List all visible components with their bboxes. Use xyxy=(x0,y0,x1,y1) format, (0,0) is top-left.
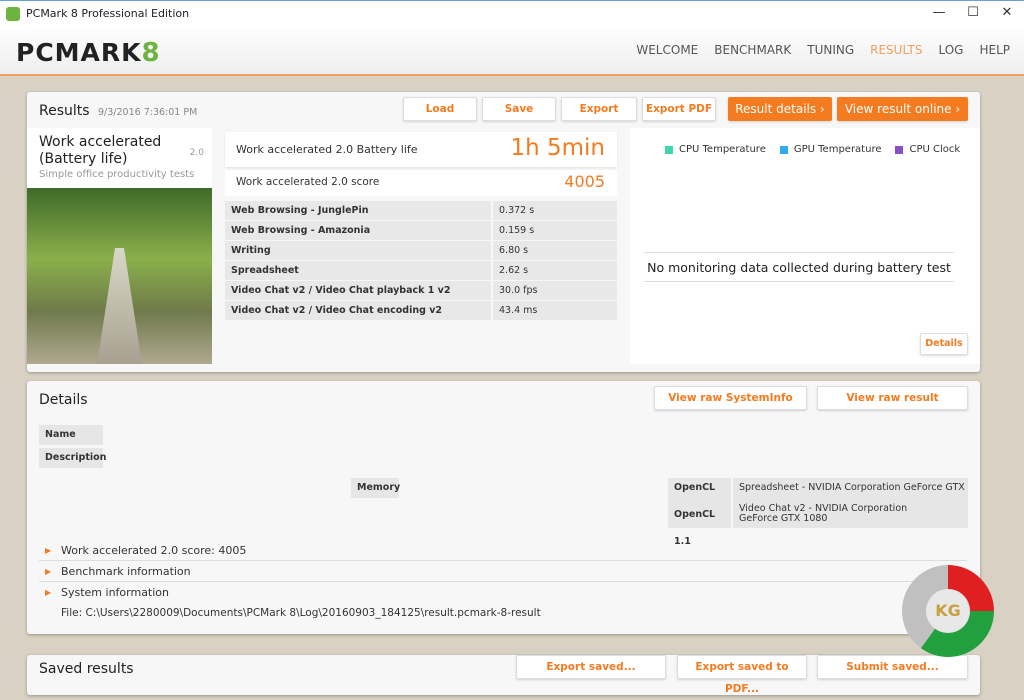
subtest-name: Writing xyxy=(225,241,491,260)
export-pdf-button[interactable]: Export PDF xyxy=(642,97,716,121)
subtest-value: 6.80 s xyxy=(493,241,617,260)
subtest-name: Video Chat v2 / Video Chat playback 1 v2 xyxy=(225,281,491,300)
test-subtitle: Simple office productivity tests xyxy=(39,169,195,180)
score-value: 4005 xyxy=(564,172,605,191)
subtest-name: Spreadsheet xyxy=(225,261,491,280)
kitguru-watermark: KG xyxy=(902,565,994,657)
section-score[interactable]: ▶ Work accelerated 2.0 score: 4005 xyxy=(39,541,967,561)
subtest-name: Video Chat v2 / Video Chat encoding v2 xyxy=(225,301,491,320)
maximize-button[interactable]: ☐ xyxy=(956,1,990,25)
legend-swatch-icon xyxy=(665,145,673,154)
scores: Work accelerated 2.0 Battery life 1h 5mi… xyxy=(225,132,617,321)
load-button[interactable]: Load xyxy=(403,97,477,121)
monitoring-details-button[interactable]: Details xyxy=(920,333,968,355)
nav-results[interactable]: RESULTS xyxy=(870,43,922,57)
battery-life-value: 1h 5min xyxy=(510,135,605,161)
subtest-table: Web Browsing - JunglePin 0.372 s Web Brows… xyxy=(225,201,617,320)
test-name: Work accelerated (Battery life) xyxy=(39,134,162,167)
nav-welcome[interactable]: WELCOME xyxy=(636,43,698,57)
expand-arrow-icon: ▶ xyxy=(45,567,52,576)
test-image-bridge xyxy=(27,188,212,364)
saved-results-title: Saved results xyxy=(39,661,134,677)
results-title: Results 9/3/2016 7:36:01 PM xyxy=(39,103,198,119)
subtest-row: Spreadsheet 2.62 s xyxy=(225,261,617,280)
result-details-button[interactable]: Result details › xyxy=(728,97,832,121)
subtest-name: Web Browsing - Amazonia xyxy=(225,221,491,240)
subtest-row: Writing 6.80 s xyxy=(225,241,617,260)
legend-item: GPU Temperature xyxy=(779,144,881,155)
submit-saved-button[interactable]: Submit saved... xyxy=(817,655,968,679)
view-raw-result-button[interactable]: View raw result xyxy=(817,386,968,410)
score-row: Work accelerated 2.0 score 4005 xyxy=(225,170,617,196)
opencl-label-2: OpenCL 1.1 xyxy=(668,501,731,547)
title-bar: PCMark 8 Professional Edition — ☐ ✕ xyxy=(0,0,1024,26)
close-button[interactable]: ✕ xyxy=(990,1,1024,25)
legend-item: CPU Temperature xyxy=(665,144,766,155)
app-icon xyxy=(6,6,20,21)
nav-tuning[interactable]: TUNING xyxy=(807,43,854,57)
subtest-value: 0.159 s xyxy=(493,221,617,240)
monitoring-panel: CPU Temperature GPU Temperature CPU Clock … xyxy=(630,128,980,364)
chart-legend: CPU Temperature GPU Temperature CPU Clock xyxy=(665,144,960,155)
subtest-value: 0.372 s xyxy=(493,201,617,220)
memory-label: Memory xyxy=(351,478,400,498)
results-date: 9/3/2016 7:36:01 PM xyxy=(98,107,198,118)
section-system-info[interactable]: ▶ System information xyxy=(39,583,967,603)
view-raw-sysinfo-button[interactable]: View raw SystemInfo xyxy=(654,386,807,410)
description-label: Description xyxy=(39,448,106,468)
name-label: Name xyxy=(39,425,103,445)
details-panel: Details View raw SystemInfo View raw res… xyxy=(27,381,980,634)
battery-life-row: Work accelerated 2.0 Battery life 1h 5mi… xyxy=(225,132,617,167)
window-title: PCMark 8 Professional Edition xyxy=(26,7,190,20)
expand-arrow-icon: ▶ xyxy=(45,588,52,597)
export-saved-button[interactable]: Export saved... xyxy=(516,655,666,679)
subtest-row: Web Browsing - Amazonia 0.159 s xyxy=(225,221,617,240)
section-benchmark-info[interactable]: ▶ Benchmark information xyxy=(39,562,967,582)
test-version: 2.0 xyxy=(189,148,204,158)
details-title: Details xyxy=(39,392,88,408)
minimize-button[interactable]: — xyxy=(922,1,956,25)
saved-results-panel: Saved results Export saved... Export sav… xyxy=(27,655,980,695)
subtest-row: Video Chat v2 / Video Chat encoding v2 43… xyxy=(225,301,617,320)
subtest-row: Video Chat v2 / Video Chat playback 1 v2… xyxy=(225,281,617,300)
subtest-name: Web Browsing - JunglePin xyxy=(225,201,491,220)
main-nav: WELCOME BENCHMARK TUNING RESULTS LOG HEL… xyxy=(620,43,1010,57)
subtest-value: 2.62 s xyxy=(493,261,617,280)
results-panel: Results 9/3/2016 7:36:01 PM Load Save Ex… xyxy=(27,92,980,372)
no-data-message: No monitoring data collected during batt… xyxy=(644,252,954,282)
result-file-path: File: C:\Users\2280009\Documents\PCMark … xyxy=(61,607,541,619)
legend-swatch-icon xyxy=(779,145,788,154)
nav-log[interactable]: LOG xyxy=(938,43,963,57)
export-saved-pdf-button[interactable]: Export saved to PDF... xyxy=(677,655,807,695)
legend-item: CPU Clock xyxy=(895,144,960,155)
export-button[interactable]: Export xyxy=(561,97,637,121)
subtest-value: 30.0 fps xyxy=(493,281,617,300)
test-card: Work accelerated (Battery life) 2.0 Simp… xyxy=(27,128,212,364)
opencl-value-2: Video Chat v2 - NVIDIA Corporation GeFor… xyxy=(733,501,968,528)
app-header: PCMARK8 WELCOME BENCHMARK TUNING RESULTS… xyxy=(0,26,1024,76)
nav-help[interactable]: HELP xyxy=(979,43,1010,57)
legend-swatch-icon xyxy=(895,145,904,154)
subtest-row: Web Browsing - JunglePin 0.372 s xyxy=(225,201,617,220)
pcmark-logo: PCMARK8 xyxy=(16,38,161,68)
view-online-button[interactable]: View result online › xyxy=(837,97,968,121)
save-button[interactable]: Save xyxy=(482,97,556,121)
expand-arrow-icon: ▶ xyxy=(45,546,52,555)
nav-benchmark[interactable]: BENCHMARK xyxy=(714,43,791,57)
subtest-value: 43.4 ms xyxy=(493,301,617,320)
